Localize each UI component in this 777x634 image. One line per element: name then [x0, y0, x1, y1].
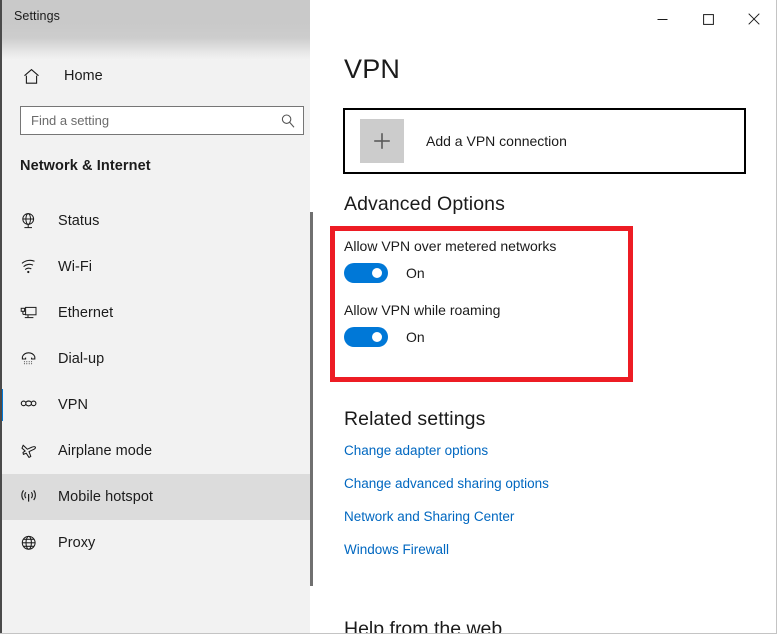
minimize-button[interactable] [639, 0, 685, 38]
plus-icon [360, 119, 404, 163]
sidebar-section-title: Network & Internet [20, 158, 151, 174]
selection-indicator [2, 297, 3, 329]
sidebar-item-home-label: Home [64, 68, 103, 84]
toggle-row-roaming: On [344, 327, 500, 347]
selection-indicator [2, 389, 3, 421]
sidebar-item-mobile-hotspot[interactable]: Mobile hotspot [2, 474, 310, 520]
dialup-phone-icon [16, 346, 42, 372]
page-title: VPN [344, 54, 400, 85]
related-settings-heading: Related settings [344, 408, 485, 431]
close-button[interactable] [731, 0, 777, 38]
search-input[interactable] [21, 107, 275, 134]
toggle-knob [372, 268, 382, 278]
sidebar-item-vpn-label: VPN [58, 397, 88, 413]
sidebar-item-wifi-label: Wi-Fi [58, 259, 92, 275]
advanced-options-heading: Advanced Options [344, 193, 505, 216]
window-border-left [0, 0, 2, 634]
ethernet-icon [16, 300, 42, 326]
window-controls [639, 0, 777, 38]
sidebar-top-gradient-fade [2, 38, 310, 60]
proxy-globe-icon [16, 530, 42, 556]
link-windows-firewall[interactable]: Windows Firewall [344, 542, 449, 557]
toggle-switch-roaming[interactable] [344, 327, 388, 347]
sidebar-scrollbar[interactable] [308, 0, 314, 634]
airplane-icon [16, 438, 42, 464]
selection-indicator [2, 343, 3, 375]
toggle-state-roaming: On [406, 329, 425, 345]
selection-indicator [2, 527, 3, 559]
toggle-label-roaming: Allow VPN while roaming [344, 302, 500, 318]
sidebar-item-dialup-label: Dial-up [58, 351, 104, 367]
toggle-state-metered-networks: On [406, 265, 425, 281]
toggle-group-roaming: Allow VPN while roaming On [344, 302, 500, 347]
main-content: VPN Add a VPN connection Advanced Option… [316, 0, 777, 634]
toggle-switch-metered-networks[interactable] [344, 263, 388, 283]
sidebar-item-proxy[interactable]: Proxy [2, 520, 310, 566]
settings-window: Home Network & Internet [0, 0, 777, 634]
sidebar-nav-list: Status Wi-Fi [2, 198, 310, 566]
maximize-button[interactable] [685, 0, 731, 38]
selection-indicator [2, 481, 3, 513]
selection-indicator [2, 435, 3, 467]
wifi-icon [16, 254, 42, 280]
link-network-and-sharing-center[interactable]: Network and Sharing Center [344, 509, 514, 524]
help-from-the-web-heading: Help from the web [344, 618, 502, 634]
sidebar-item-airplane-mode-label: Airplane mode [58, 443, 152, 459]
status-globe-icon [16, 208, 42, 234]
sidebar: Home Network & Internet [2, 0, 310, 634]
home-icon [20, 65, 42, 87]
sidebar-item-home[interactable]: Home [2, 60, 310, 92]
sidebar-item-ethernet[interactable]: Ethernet [2, 290, 310, 336]
link-change-advanced-sharing-options[interactable]: Change advanced sharing options [344, 476, 549, 491]
toggle-label-metered-networks: Allow VPN over metered networks [344, 238, 556, 254]
toggle-group-metered-networks: Allow VPN over metered networks On [344, 238, 556, 283]
search-icon[interactable] [275, 107, 301, 134]
sidebar-item-ethernet-label: Ethernet [58, 305, 113, 321]
sidebar-scrollbar-thumb[interactable] [310, 212, 313, 586]
selection-indicator [2, 205, 3, 237]
sidebar-item-wifi[interactable]: Wi-Fi [2, 244, 310, 290]
window-title: Settings [14, 9, 60, 23]
search-box[interactable] [20, 106, 304, 135]
add-vpn-connection-button[interactable]: Add a VPN connection [343, 108, 746, 174]
sidebar-item-status-label: Status [58, 213, 99, 229]
toggle-knob [372, 332, 382, 342]
sidebar-item-dialup[interactable]: Dial-up [2, 336, 310, 382]
related-settings-links: Change adapter options Change advanced s… [344, 443, 744, 575]
sidebar-item-airplane-mode[interactable]: Airplane mode [2, 428, 310, 474]
add-vpn-connection-label: Add a VPN connection [426, 133, 567, 149]
sidebar-item-vpn[interactable]: VPN [2, 382, 310, 428]
sidebar-item-mobile-hotspot-label: Mobile hotspot [58, 489, 153, 505]
selection-indicator [2, 251, 3, 283]
vpn-key-icon [16, 392, 42, 418]
sidebar-item-status[interactable]: Status [2, 198, 310, 244]
title-bar: Settings [0, 0, 777, 38]
link-change-adapter-options[interactable]: Change adapter options [344, 443, 488, 458]
toggle-row-metered-networks: On [344, 263, 556, 283]
sidebar-item-proxy-label: Proxy [58, 535, 95, 551]
hotspot-icon [16, 484, 42, 510]
